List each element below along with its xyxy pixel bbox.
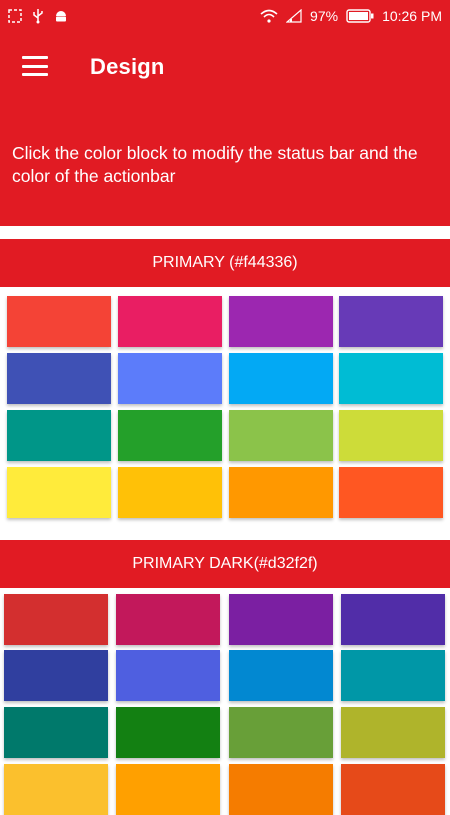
primary-swatch-14[interactable] bbox=[118, 467, 222, 518]
primary-dark-swatch-13[interactable] bbox=[4, 764, 108, 815]
android-icon bbox=[54, 9, 68, 23]
primary-dark-swatch-10[interactable] bbox=[116, 707, 220, 758]
battery-percent: 97% bbox=[310, 8, 339, 24]
primary-dark-swatch-15[interactable] bbox=[229, 764, 333, 815]
primary-swatch-4[interactable] bbox=[339, 296, 443, 347]
primary-swatch-12[interactable] bbox=[339, 410, 443, 461]
primary-swatch-1[interactable] bbox=[7, 296, 111, 347]
page-title: Design bbox=[90, 54, 165, 79]
primary-swatch-10[interactable] bbox=[118, 410, 222, 461]
primary-dark-swatch-1[interactable] bbox=[4, 594, 108, 645]
primary-swatch-16[interactable] bbox=[339, 467, 443, 518]
screenshot-icon bbox=[8, 9, 22, 23]
primary-dark-swatch-9[interactable] bbox=[4, 707, 108, 758]
primary-swatch-8[interactable] bbox=[339, 353, 443, 404]
primary-dark-swatch-8[interactable] bbox=[341, 650, 445, 701]
primary-swatch-13[interactable] bbox=[7, 467, 111, 518]
primary-dark-swatch-3[interactable] bbox=[229, 594, 333, 645]
primary-dark-swatch-5[interactable] bbox=[4, 650, 108, 701]
primary-section-header: PRIMARY (#f44336) bbox=[0, 239, 450, 287]
primary-swatch-5[interactable] bbox=[7, 353, 111, 404]
usb-icon bbox=[32, 8, 44, 24]
battery-icon bbox=[346, 9, 374, 23]
primary-swatch-7[interactable] bbox=[229, 353, 333, 404]
status-bar: 97% 10:26 PM bbox=[0, 0, 450, 32]
primary-dark-swatch-12[interactable] bbox=[341, 707, 445, 758]
primary-swatch-11[interactable] bbox=[229, 410, 333, 461]
primary-dark-swatch-11[interactable] bbox=[229, 707, 333, 758]
primary-dark-swatch-7[interactable] bbox=[229, 650, 333, 701]
primary-dark-swatch-4[interactable] bbox=[341, 594, 445, 645]
status-bar-left bbox=[8, 8, 68, 24]
hamburger-menu-icon[interactable] bbox=[22, 56, 48, 76]
primary-dark-swatch-16[interactable] bbox=[341, 764, 445, 815]
primary-swatch-2[interactable] bbox=[118, 296, 222, 347]
clock: 10:26 PM bbox=[382, 8, 442, 24]
signal-icon bbox=[286, 9, 302, 23]
status-bar-right: 97% 10:26 PM bbox=[260, 8, 442, 24]
primary-swatch-9[interactable] bbox=[7, 410, 111, 461]
primary-dark-swatch-14[interactable] bbox=[116, 764, 220, 815]
primary-dark-swatch-2[interactable] bbox=[116, 594, 220, 645]
primary-swatch-15[interactable] bbox=[229, 467, 333, 518]
primary-swatch-6[interactable] bbox=[118, 353, 222, 404]
primary-swatch-3[interactable] bbox=[229, 296, 333, 347]
primary-dark-section-header: PRIMARY DARK(#d32f2f) bbox=[0, 540, 450, 588]
wifi-icon bbox=[260, 9, 278, 23]
app-bar: Design Click the color block to modify t… bbox=[0, 32, 450, 226]
description-text: Click the color block to modify the stat… bbox=[12, 143, 418, 186]
primary-dark-swatch-6[interactable] bbox=[116, 650, 220, 701]
